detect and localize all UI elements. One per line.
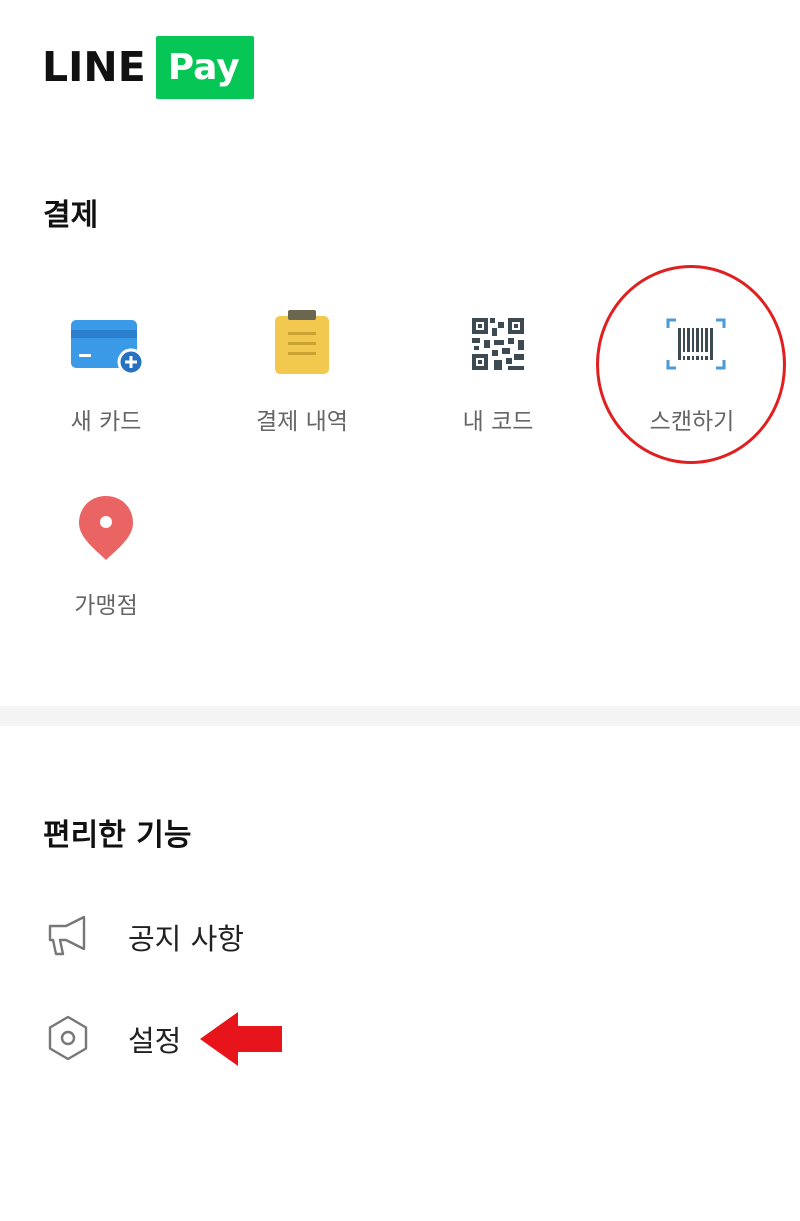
new-card-label: 새 카드 [70,409,142,435]
clipboard-icon [275,310,329,374]
logo-line-text: LINE [42,43,146,91]
notice-list-item[interactable]: 공지 사항 [0,896,800,976]
notice-label: 공지 사항 [128,922,244,956]
barcode-scan-icon [666,318,726,370]
convenience-section-title: 편리한 기능 [43,818,192,853]
logo-pay-badge: Pay [155,35,254,99]
payment-section-title: 결제 [43,198,99,233]
scan-label: 스캔하기 [649,409,735,435]
settings-label: 설정 [128,1024,182,1058]
stores-label: 가맹점 [74,593,138,619]
scan-button[interactable]: 스캔하기 [612,310,772,450]
settings-list-item[interactable]: 설정 [0,998,800,1078]
stores-button[interactable]: 가맹점 [26,494,186,634]
credit-card-add-icon [71,320,145,376]
section-divider [0,706,800,726]
qr-code-icon [472,318,524,370]
gear-hexagon-icon [48,1015,88,1061]
megaphone-icon [48,915,86,956]
pointer-arrow-icon [200,1012,282,1066]
new-card-button[interactable]: 새 카드 [26,310,186,450]
line-pay-logo: LINE Pay [42,35,254,99]
map-pin-icon [79,496,133,560]
payment-history-label: 결제 내역 [256,409,348,435]
my-code-label: 내 코드 [462,409,534,435]
my-code-button[interactable]: 내 코드 [418,310,578,450]
payment-history-button[interactable]: 결제 내역 [222,310,382,450]
